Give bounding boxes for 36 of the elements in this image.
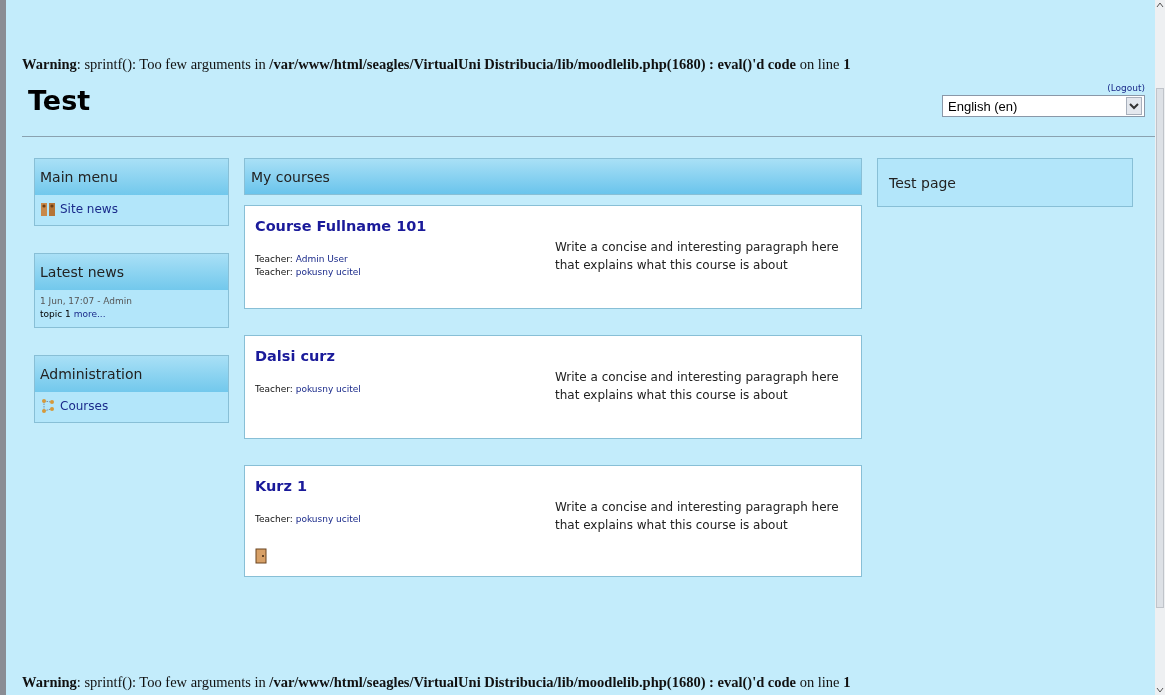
nodes-icon xyxy=(40,398,56,414)
news-date: 1 Jun, 17:07 - Admin xyxy=(40,296,133,306)
course-link[interactable]: Course Fullname 101 xyxy=(255,218,555,234)
teacher-label: Teacher: xyxy=(255,514,293,524)
teacher-label: Teacher: xyxy=(255,254,293,264)
site-title: Test xyxy=(28,85,91,116)
course-summary: Write a concise and interesting paragraph here that explains what this course is about xyxy=(555,239,840,274)
menu-item[interactable]: Courses xyxy=(40,398,223,414)
people-icon xyxy=(40,201,56,217)
course-summary: Write a concise and interesting paragraph here that explains what this course is about xyxy=(555,499,840,534)
scroll-up-icon[interactable] xyxy=(1155,0,1165,10)
block-title: Main menu xyxy=(40,169,118,185)
section-title: My courses xyxy=(251,168,330,185)
news-topic: topic 1 xyxy=(40,309,71,319)
course-link[interactable]: Dalsi curz xyxy=(255,348,555,364)
block-title: Latest news xyxy=(40,264,124,280)
door-icon[interactable] xyxy=(255,548,267,564)
scrollbar[interactable] xyxy=(1155,0,1165,695)
warning-message: Warning: sprintf(): Too few arguments in /var/www/html/seagles/VirtualUni Distribucia/lib/moodlelib.php(1680) : eval()'d code on line 1 xyxy=(22,674,852,691)
language-select[interactable]: English (en) xyxy=(942,95,1145,117)
block-title: Test page xyxy=(889,174,956,191)
block-title: Administration xyxy=(40,366,143,382)
more-link[interactable]: more... xyxy=(73,309,106,319)
teacher-link[interactable]: pokusny ucitel xyxy=(295,384,361,394)
teacher-link[interactable]: pokusny ucitel xyxy=(295,267,361,277)
scroll-down-icon[interactable] xyxy=(1155,685,1165,695)
teacher-link[interactable]: pokusny ucitel xyxy=(295,514,361,524)
teacher-label: Teacher: xyxy=(255,384,293,394)
course-summary: Write a concise and interesting paragraph here that explains what this course is about xyxy=(555,369,840,404)
caret-icon xyxy=(1126,97,1142,115)
teacher-link[interactable]: Admin User xyxy=(295,254,348,264)
teacher-label: Teacher: xyxy=(255,267,293,277)
logout-link[interactable]: (Logout) xyxy=(1107,83,1145,93)
warning-message: Warning: sprintf(): Too few arguments in /var/www/html/seagles/VirtualUni Distribucia/lib/moodlelib.php(1680) : eval()'d code on line 1 xyxy=(22,56,852,73)
course-link[interactable]: Kurz 1 xyxy=(255,478,555,494)
menu-item[interactable]: Site news xyxy=(40,201,223,217)
